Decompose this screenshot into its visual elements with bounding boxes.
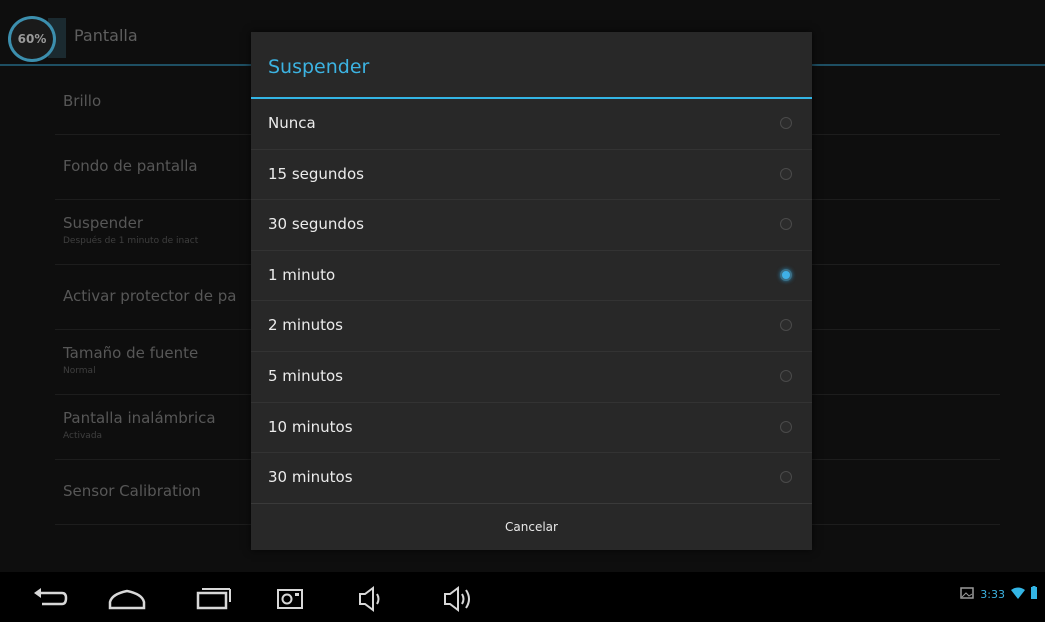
page-title[interactable]: Pantalla — [74, 26, 138, 45]
option-list: Nunca 15 segundos 30 segundos 1 minuto 2… — [251, 99, 812, 504]
radio-checked-icon[interactable] — [780, 268, 792, 281]
option-1-minute[interactable]: 1 minuto — [251, 251, 812, 302]
setting-title: Activar protector de pa — [63, 287, 237, 305]
option-label: 5 minutos — [268, 366, 343, 385]
setting-title: Sensor Calibration — [63, 482, 201, 500]
battery-percent-badge: 60% — [8, 16, 56, 62]
option-label: 2 minutos — [268, 316, 343, 335]
radio-unchecked-icon[interactable] — [780, 218, 792, 231]
gallery-notification-icon — [960, 586, 975, 602]
option-2-minutes[interactable]: 2 minutos — [251, 301, 812, 352]
home-icon[interactable] — [105, 580, 149, 614]
option-label: 30 segundos — [268, 215, 364, 234]
status-area[interactable]: 3:33 — [960, 586, 1037, 602]
option-30-minutes[interactable]: 30 minutos — [251, 453, 812, 504]
option-5-minutes[interactable]: 5 minutos — [251, 352, 812, 403]
option-30-seconds[interactable]: 30 segundos — [251, 200, 812, 251]
setting-title: Brillo — [63, 92, 102, 110]
option-label: Nunca — [268, 114, 316, 132]
option-15-seconds[interactable]: 15 segundos — [251, 150, 812, 201]
navigation-bar: 3:33 — [0, 572, 1045, 622]
wifi-icon — [1011, 587, 1025, 602]
radio-unchecked-icon[interactable] — [780, 369, 792, 382]
setting-title: Tamaño de fuente — [63, 344, 199, 362]
sleep-dialog: Suspender Nunca 15 segundos 30 segundos … — [251, 32, 812, 550]
recent-apps-icon[interactable] — [190, 580, 234, 614]
radio-unchecked-icon[interactable] — [780, 420, 792, 433]
battery-percent-label: 60% — [17, 32, 47, 46]
option-never[interactable]: Nunca — [251, 99, 812, 150]
cancel-button[interactable]: Cancelar — [251, 503, 812, 550]
radio-unchecked-icon[interactable] — [780, 167, 792, 180]
setting-title: Fondo de pantalla — [63, 157, 198, 175]
radio-unchecked-icon[interactable] — [780, 117, 792, 129]
volume-down-icon[interactable] — [355, 580, 389, 614]
dialog-title: Suspender — [251, 32, 812, 99]
volume-up-icon[interactable] — [440, 580, 480, 614]
setting-title: Pantalla inalámbrica — [63, 409, 216, 427]
screenshot-icon[interactable] — [274, 580, 308, 614]
back-icon[interactable] — [30, 580, 70, 614]
radio-unchecked-icon[interactable] — [780, 471, 792, 484]
option-label: 1 minuto — [268, 265, 336, 284]
status-time: 3:33 — [980, 587, 1005, 601]
setting-title: Suspender — [63, 214, 144, 232]
battery-icon — [1031, 586, 1037, 602]
setting-subtitle: Normal — [63, 366, 96, 376]
setting-subtitle: Después de 1 minuto de inact — [63, 236, 199, 246]
option-label: 10 minutos — [268, 417, 353, 436]
option-label: 15 segundos — [268, 164, 364, 183]
option-10-minutes[interactable]: 10 minutos — [251, 403, 812, 454]
cancel-button-label: Cancelar — [505, 520, 558, 534]
radio-unchecked-icon[interactable] — [780, 319, 792, 332]
option-label: 30 minutos — [268, 468, 353, 487]
setting-subtitle: Activada — [63, 431, 103, 441]
